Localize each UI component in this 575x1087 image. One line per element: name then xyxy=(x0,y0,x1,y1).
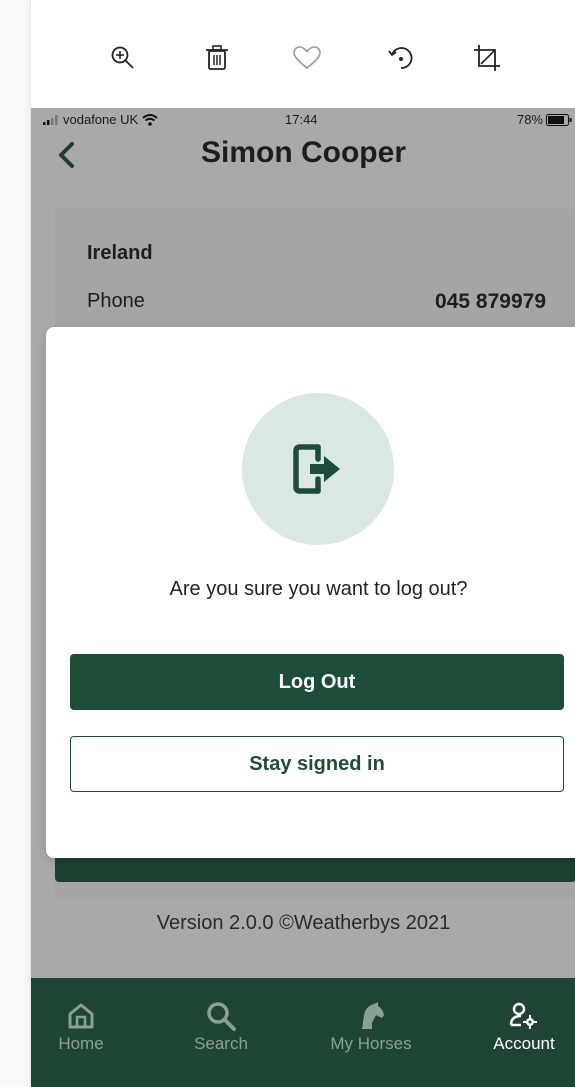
battery-icon xyxy=(546,113,572,126)
log-out-button[interactable]: Log Out xyxy=(70,654,564,710)
trash-icon[interactable] xyxy=(197,38,237,78)
logout-question: Are you sure you want to log out? xyxy=(169,578,468,600)
battery-percent: 78% xyxy=(516,112,543,127)
logout-button-underlay xyxy=(55,858,575,882)
tab-account[interactable]: Account xyxy=(479,998,569,1068)
tab-my-horses[interactable]: My Horses xyxy=(311,998,431,1068)
crop-icon[interactable] xyxy=(467,38,507,78)
search-icon xyxy=(207,1002,236,1031)
account-settings-icon xyxy=(509,1002,537,1029)
tab-account-label: Account xyxy=(493,1034,555,1053)
version-text: Version 2.0.0 ©Weatherbys 2021 xyxy=(156,912,451,934)
tab-search-label: Search xyxy=(194,1034,248,1053)
carrier-info: vodafone UK xyxy=(43,112,158,127)
zoom-in-icon[interactable] xyxy=(103,38,143,78)
image-viewer-toolbar xyxy=(31,0,575,108)
contact-country: Ireland xyxy=(87,242,153,264)
phone-label: Phone xyxy=(87,290,145,312)
logout-dialog: Are you sure you want to log out? Log Ou… xyxy=(46,327,575,858)
phone-screenshot: vodafone UK 17:44 78% Simon Cooper Irela… xyxy=(30,0,575,1087)
battery-info: 78% xyxy=(517,112,572,127)
page-title: Simon Cooper xyxy=(200,136,406,169)
phone-value[interactable]: 045 879979 xyxy=(435,290,546,314)
tab-home-label: Home xyxy=(58,1034,104,1053)
bottom-tab-bar: Home Search My Horses Account xyxy=(31,978,575,1087)
logout-icon-circle xyxy=(242,393,394,545)
carrier-name: vodafone UK xyxy=(63,112,139,127)
heart-icon[interactable] xyxy=(287,38,327,78)
status-time: 17:44 xyxy=(285,112,318,127)
rotate-icon[interactable] xyxy=(381,38,421,78)
tab-my-horses-label: My Horses xyxy=(330,1034,412,1053)
stay-signed-in-button[interactable]: Stay signed in xyxy=(70,736,564,792)
horse-icon xyxy=(362,1002,384,1029)
home-icon xyxy=(68,1003,94,1029)
tab-search[interactable]: Search xyxy=(171,998,271,1068)
signal-icon xyxy=(43,114,58,125)
status-bar: vodafone UK 17:44 78% xyxy=(31,108,575,130)
logout-icon xyxy=(293,444,340,494)
tab-home[interactable]: Home xyxy=(41,998,121,1068)
wifi-icon xyxy=(142,113,158,126)
